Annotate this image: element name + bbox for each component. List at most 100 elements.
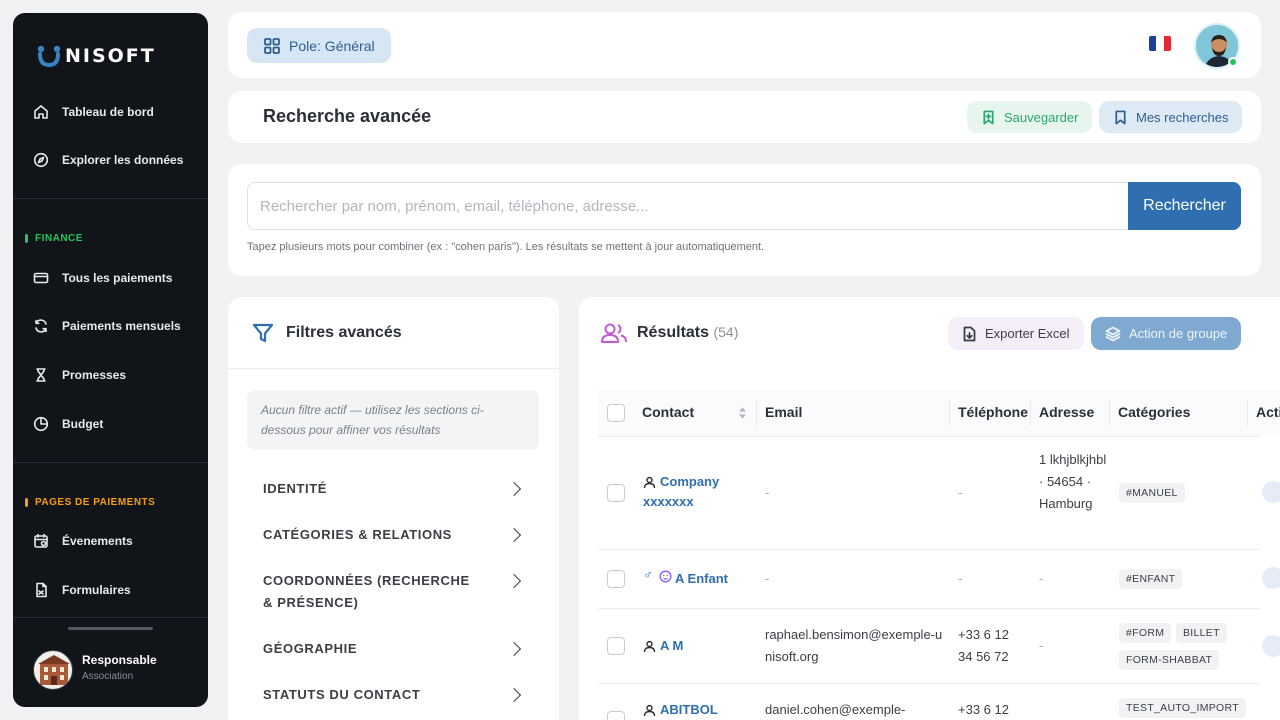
row-divider xyxy=(598,683,1260,684)
nav-tous-paiements[interactable]: Tous les paiements xyxy=(33,270,172,286)
sidebar: NISOFT Tableau de bord Explorer les donn… xyxy=(13,13,208,707)
nav-label: Promesses xyxy=(62,368,127,382)
nav-tableau-de-bord[interactable]: Tableau de bord xyxy=(33,104,154,120)
sidebar-divider xyxy=(13,462,208,463)
column-divider xyxy=(756,400,757,426)
grid-icon xyxy=(264,37,280,54)
chevron-right-icon xyxy=(506,573,522,589)
credit-card-icon xyxy=(33,272,49,284)
child-icon xyxy=(659,570,672,583)
resize-handle[interactable] xyxy=(68,627,153,630)
filter-section-label: IDENTITÉ xyxy=(263,481,328,496)
contact-link[interactable]: A M xyxy=(660,636,683,656)
column-header-categories: Catégories xyxy=(1118,404,1191,420)
unisoft-logo-icon xyxy=(37,45,61,67)
search-button[interactable]: Rechercher xyxy=(1128,182,1241,230)
column-header-contact[interactable]: Contact xyxy=(642,404,694,420)
france-flag-icon[interactable] xyxy=(1149,36,1171,51)
filter-section-label: COORDONNÉES (RECHERCHE & PRÉSENCE) xyxy=(263,573,470,610)
filter-section-label: CATÉGORIES & RELATIONS xyxy=(263,527,452,542)
chevron-right-icon xyxy=(506,641,522,657)
export-label: Exporter Excel xyxy=(985,326,1070,341)
my-searches-label: Mes recherches xyxy=(1136,109,1229,125)
nav-explorer[interactable]: Explorer les données xyxy=(33,152,183,168)
results-title: Résultats (54) xyxy=(637,324,738,342)
address-cell: - xyxy=(1039,638,1044,653)
nav-label: Tous les paiements xyxy=(62,271,173,285)
row-divider xyxy=(598,436,1260,437)
group-action-button[interactable]: Action de groupe xyxy=(1091,317,1242,350)
export-excel-button[interactable]: Exporter Excel xyxy=(948,317,1084,350)
chevron-right-icon xyxy=(506,687,522,703)
users-icon xyxy=(601,323,627,343)
category-tag: #FORM xyxy=(1119,623,1172,643)
search-input[interactable] xyxy=(247,182,1128,230)
view-eye-icon[interactable] xyxy=(1262,635,1280,657)
compass-icon xyxy=(33,152,49,168)
user-type: Association xyxy=(82,671,134,682)
nav-label: Explorer les données xyxy=(62,153,184,167)
layers-icon xyxy=(1105,326,1121,341)
column-divider xyxy=(949,400,950,426)
sort-icon[interactable] xyxy=(738,406,747,420)
group-action-label: Action de groupe xyxy=(1129,326,1228,341)
row-checkbox[interactable] xyxy=(607,484,625,502)
column-divider xyxy=(1030,400,1031,426)
user-panel[interactable]: Responsable Association xyxy=(13,617,208,707)
contact-link[interactable]: Company xxxxxxx xyxy=(643,472,743,512)
filter-section-geographie[interactable]: GÉOGRAPHIE xyxy=(263,638,523,660)
category-tag: FORM-SHABBAT xyxy=(1119,650,1220,670)
top-bar: Pole: Général xyxy=(228,12,1261,78)
nav-paiements-mensuels[interactable]: Paiements mensuels xyxy=(33,318,181,334)
select-all-checkbox[interactable] xyxy=(607,404,625,422)
phone-cell: +33 6 12 34 56 72 xyxy=(958,627,1009,664)
filter-section-statuts[interactable]: STATUTS DU CONTACT xyxy=(263,684,523,706)
view-eye-icon[interactable] xyxy=(1262,481,1280,503)
nav-formulaires[interactable]: Formulaires xyxy=(33,582,131,598)
search-hint: Tapez plusieurs mots pour combiner (ex :… xyxy=(247,241,765,253)
bookmark-plus-icon xyxy=(983,110,994,124)
contact-link[interactable]: ABITBOL xyxy=(660,700,718,720)
contact-link[interactable]: A Enfant xyxy=(675,569,728,589)
filter-section-categories[interactable]: CATÉGORIES & RELATIONS xyxy=(263,524,523,546)
save-label: Sauvegarder xyxy=(1004,109,1079,125)
row-checkbox[interactable] xyxy=(607,637,625,655)
email-cell: raphael.bensimon@exemple-unisoft.org xyxy=(765,627,943,664)
section-finance: FINANCE xyxy=(25,233,83,244)
view-eye-icon[interactable] xyxy=(1262,567,1280,589)
chevron-right-icon xyxy=(506,481,522,497)
column-header-actions: Actions xyxy=(1256,404,1280,420)
nav-label: Tableau de bord xyxy=(62,105,154,119)
column-header-telephone: Téléphone xyxy=(958,404,1029,420)
category-tag: #ENFANT xyxy=(1119,569,1183,589)
category-tag: #MANUEL xyxy=(1119,483,1185,503)
save-button[interactable]: Sauvegarder xyxy=(967,101,1093,133)
logo[interactable]: NISOFT xyxy=(37,45,156,67)
row-checkbox[interactable] xyxy=(607,570,625,588)
filter-section-coordonnees[interactable]: COORDONNÉES (RECHERCHE & PRÉSENCE) xyxy=(263,570,523,614)
sidebar-divider xyxy=(13,198,208,199)
phone-cell: - xyxy=(958,571,963,586)
pole-selector[interactable]: Pole: Général xyxy=(247,28,391,63)
column-header-adresse: Adresse xyxy=(1039,404,1095,420)
nav-label: Évenements xyxy=(62,534,133,548)
section-pages-paiements: PAGES DE PAIEMENTS xyxy=(25,497,155,508)
row-checkbox[interactable] xyxy=(607,711,625,720)
email-cell: - xyxy=(765,571,770,586)
page-title: Recherche avancée xyxy=(263,106,432,126)
nav-promesses[interactable]: Promesses xyxy=(33,367,126,383)
filter-section-identite[interactable]: IDENTITÉ xyxy=(263,478,523,500)
row-divider xyxy=(598,608,1260,609)
column-divider xyxy=(1247,400,1248,426)
address-cell: - xyxy=(1039,571,1044,586)
filters-title: Filtres avancés xyxy=(286,324,402,341)
results-title-label: Résultats xyxy=(637,324,710,341)
nav-evenements[interactable]: Évenements xyxy=(33,533,133,549)
filter-section-label: STATUTS DU CONTACT xyxy=(263,687,421,702)
phone-cell: +33 6 12 xyxy=(958,702,1009,717)
my-searches-button[interactable]: Mes recherches xyxy=(1099,101,1243,133)
chevron-right-icon xyxy=(506,527,522,543)
filter-icon xyxy=(252,323,274,343)
nav-label: Formulaires xyxy=(62,583,131,597)
nav-budget[interactable]: Budget xyxy=(33,416,103,432)
